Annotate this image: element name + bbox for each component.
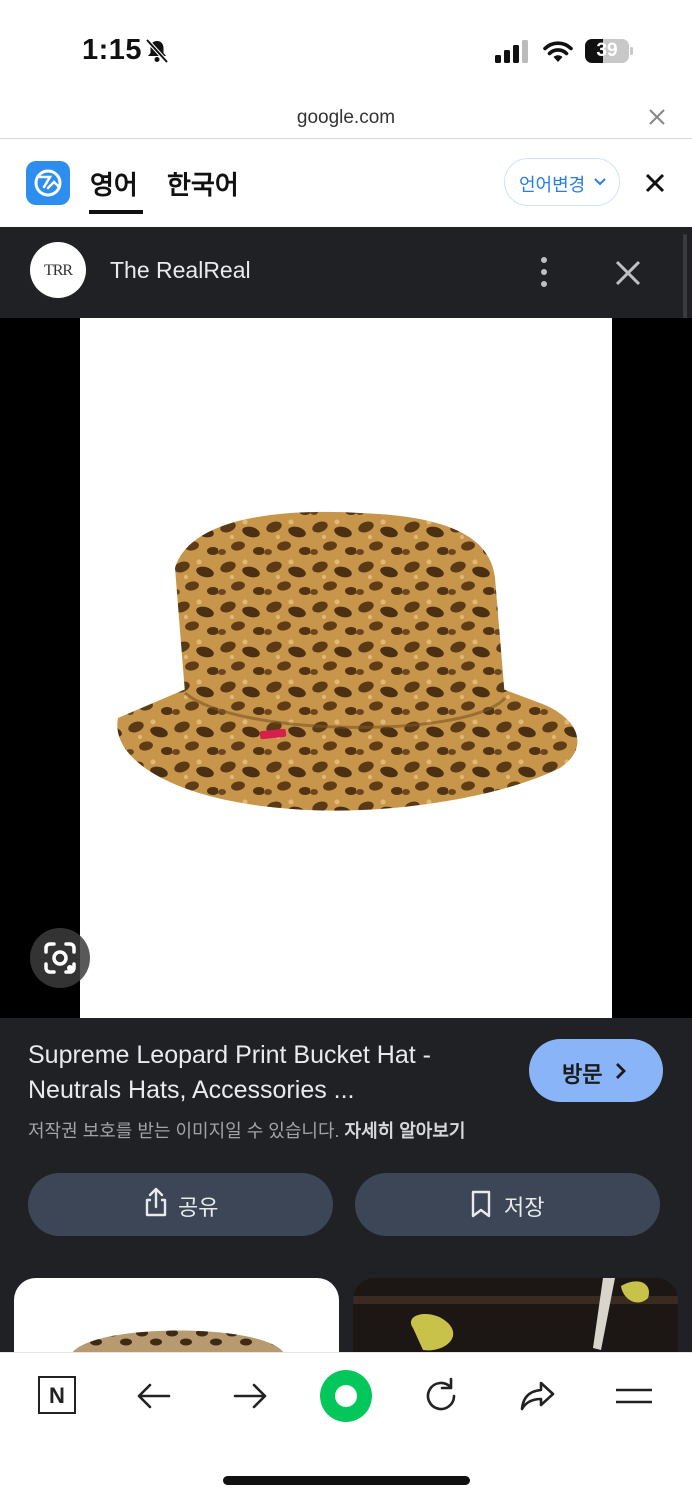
battery-level: 39: [596, 40, 618, 61]
viewer-scrollbar[interactable]: [683, 234, 687, 320]
chevron-down-icon[interactable]: [593, 176, 607, 188]
copyright-notice: 저작권 보호를 받는 이미지일 수 있습니다. 자세히 알아보기: [28, 1117, 465, 1143]
close-viewer-icon[interactable]: [613, 258, 643, 288]
naver-home-label[interactable]: N: [38, 1383, 76, 1409]
green-dot-center: [335, 1385, 357, 1407]
battery-icon: 39: [584, 38, 634, 64]
tab-source-language[interactable]: 영어: [90, 165, 138, 202]
tab-target-language[interactable]: 한국어: [167, 165, 239, 202]
home-indicator[interactable]: [223, 1476, 470, 1485]
translate-logo-icon: [26, 161, 70, 205]
leopard-bucket-hat-image: [117, 511, 578, 811]
cellular-signal-icon: [495, 40, 528, 63]
share-button-label[interactable]: 공유: [178, 1190, 218, 1222]
share-icon[interactable]: [144, 1186, 168, 1218]
copyright-text: 저작권 보호를 받는 이미지일 수 있습니다.: [28, 1121, 340, 1141]
reload-icon[interactable]: [421, 1376, 461, 1416]
url-text[interactable]: google.com: [0, 107, 692, 129]
chevron-right-icon[interactable]: [613, 1061, 627, 1081]
lens-search-button[interactable]: [30, 928, 90, 988]
visit-button-label[interactable]: 방문: [562, 1057, 602, 1089]
source-logo-text: TRR: [43, 262, 73, 279]
wifi-icon: [543, 41, 573, 62]
save-button-label[interactable]: 저장: [504, 1190, 544, 1222]
lens-icon: [44, 942, 76, 974]
result-title-line2[interactable]: Neutrals Hats, Accessories ...: [28, 1076, 355, 1105]
bookmark-icon[interactable]: [470, 1190, 492, 1218]
menu-icon[interactable]: [614, 1376, 654, 1416]
close-translation-icon[interactable]: [644, 172, 666, 194]
status-time: 1:15: [82, 34, 143, 66]
result-title-line1[interactable]: Supreme Leopard Print Bucket Hat -: [28, 1041, 431, 1070]
share-icon[interactable]: [518, 1376, 558, 1416]
product-image[interactable]: [80, 318, 612, 1018]
back-arrow-icon[interactable]: [134, 1376, 174, 1416]
close-icon[interactable]: [646, 106, 668, 128]
viewer-header: [0, 227, 692, 318]
bell-slash-icon: [145, 38, 169, 64]
active-tab-indicator: [89, 210, 143, 214]
forward-arrow-icon[interactable]: [230, 1376, 270, 1416]
source-name[interactable]: The RealReal: [110, 257, 251, 284]
change-language-label[interactable]: 언어변경: [519, 171, 585, 197]
more-vert-icon[interactable]: [536, 255, 552, 289]
learn-more-link[interactable]: 자세히 알아보기: [345, 1121, 466, 1141]
